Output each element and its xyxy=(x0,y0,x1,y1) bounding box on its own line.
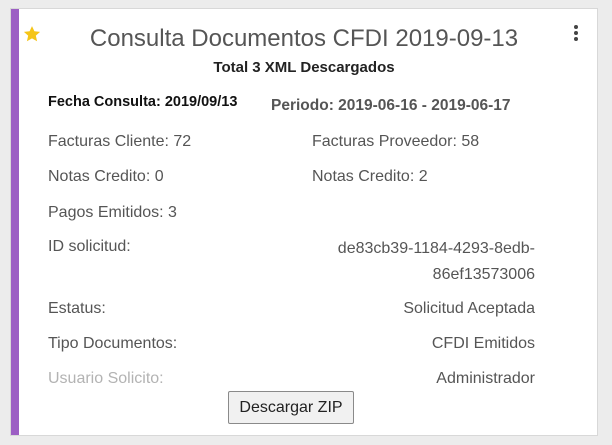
more-vert-icon[interactable] xyxy=(573,25,579,41)
download-zip-button[interactable]: Descargar ZIP xyxy=(228,391,354,424)
fecha-consulta: Fecha Consulta: 2019/09/13 xyxy=(48,94,238,110)
periodo: Periodo: 2019-06-16 - 2019-06-17 xyxy=(271,97,511,114)
estatus-value: Solicitud Aceptada xyxy=(403,300,535,317)
download-request-card: Consulta Documentos CFDI 2019-09-13 Tota… xyxy=(10,8,598,436)
card-accent-bar xyxy=(11,9,19,435)
estatus-label: Estatus: xyxy=(48,300,106,317)
card-title: Consulta Documentos CFDI 2019-09-13 xyxy=(89,25,519,52)
tipo-documentos-label: Tipo Documentos: xyxy=(48,335,178,352)
id-solicitud-value-line1: de83cb39-1184-4293-8edb- xyxy=(337,240,535,257)
id-solicitud-value-line2: 86ef13573006 xyxy=(432,266,535,283)
pagos-emitidos: Pagos Emitidos: 3 xyxy=(48,204,177,221)
card-subtitle: Total 3 XML Descargados xyxy=(213,59,395,76)
id-solicitud-value: de83cb39-1184-4293-8edb- 86ef13573006 xyxy=(338,236,535,288)
facturas-cliente: Facturas Cliente: 72 xyxy=(48,133,192,150)
notas-credito-cliente: Notas Credito: 0 xyxy=(48,168,164,185)
notas-credito-proveedor: Notas Credito: 2 xyxy=(312,168,428,185)
star-icon[interactable] xyxy=(22,24,42,44)
tipo-documentos-value: CFDI Emitidos xyxy=(431,335,535,352)
usuario-solicito-value: Administrador xyxy=(436,370,535,387)
facturas-proveedor: Facturas Proveedor: 58 xyxy=(312,133,480,150)
usuario-solicito-label: Usuario Solicito: xyxy=(48,370,164,387)
id-solicitud-label: ID solicitud: xyxy=(48,238,131,255)
